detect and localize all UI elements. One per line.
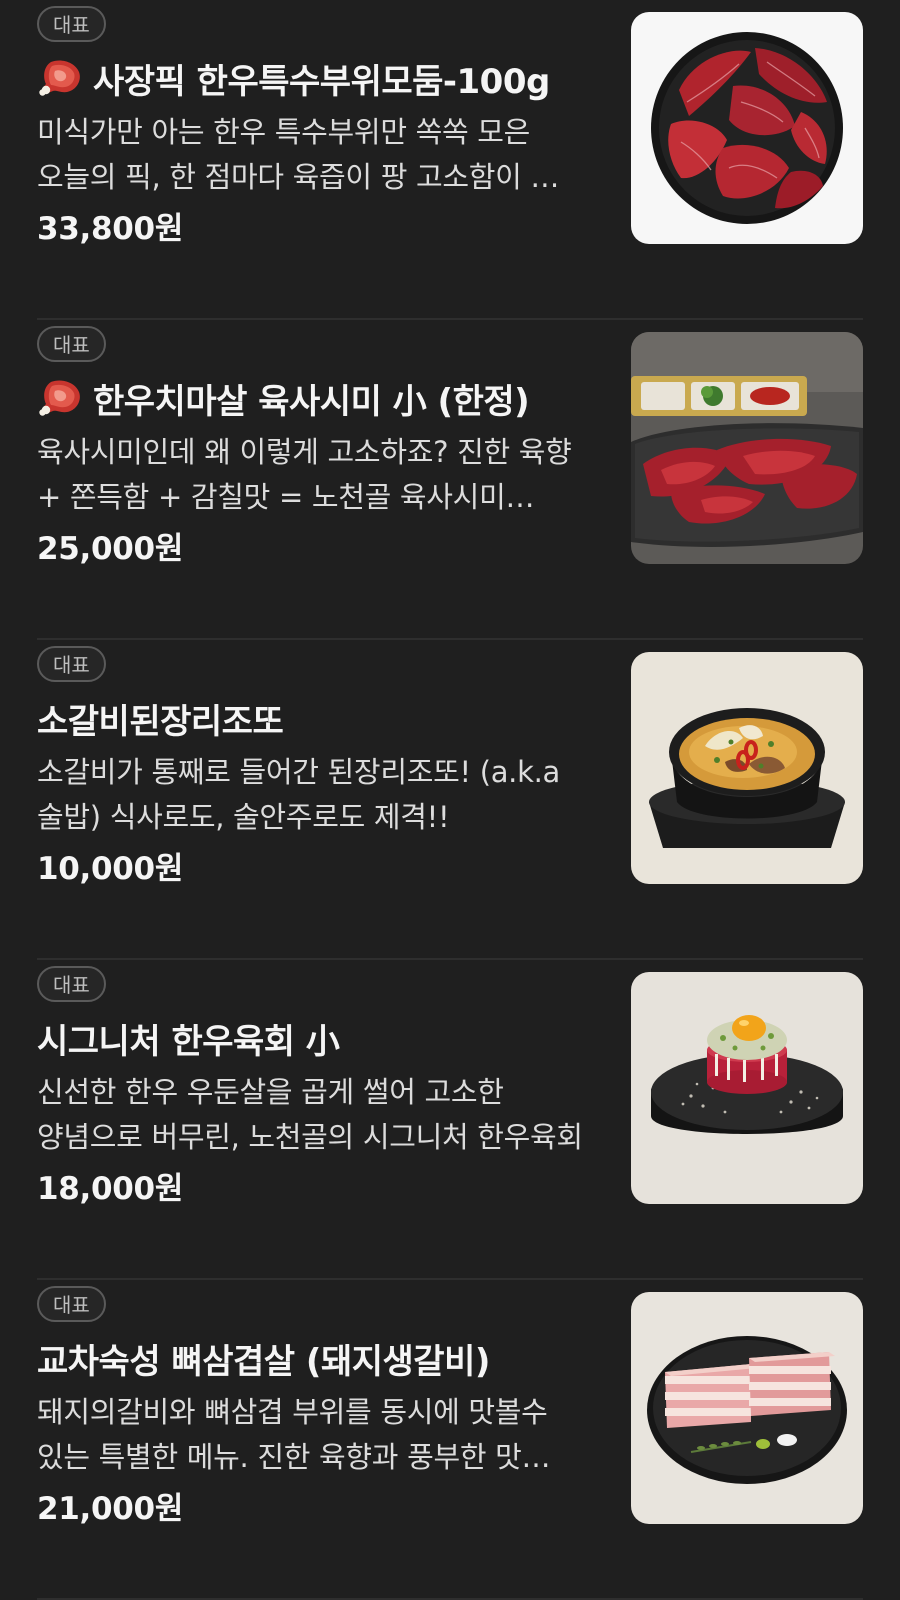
menu-item-photo[interactable]: [631, 332, 863, 564]
menu-item-title-row: 교차숙성 뼈삼겹살 (돼지생갈비): [37, 1332, 597, 1384]
menu-item-title-row: 한우치마살 육사시미 小 (한정): [37, 372, 597, 424]
signature-badge: 대표: [37, 326, 106, 362]
signature-badge: 대표: [37, 1286, 106, 1322]
menu-item-price: 10,000원: [37, 851, 184, 887]
menu-item-title: 시그니처 한우육회 小: [37, 1021, 340, 1062]
doenjang-risotto-pot-image: [631, 652, 863, 884]
hanwoo-special-cuts-platter-image: [631, 12, 863, 244]
menu-item-title-row: 사장픽 한우특수부위모둠-100g: [37, 52, 597, 104]
menu-item-description: 미식가만 아는 한우 특수부위만 쏙쏙 모은 오늘의 픽, 한 점마다 육즙이 …: [37, 115, 560, 194]
menu-item-title-row: 시그니처 한우육회 小: [37, 1012, 597, 1064]
menu-item-description: 소갈비가 통째로 들어간 된장리조또! (a.k.a 술밥) 식사로도, 술안주…: [37, 755, 560, 834]
beef-sashimi-slate-image: [631, 332, 863, 564]
menu-item-title-row: 소갈비된장리조또: [37, 692, 597, 744]
menu-item-photo[interactable]: [631, 652, 863, 884]
menu-item-title: 교차숙성 뼈삼겹살 (돼지생갈비): [37, 1341, 490, 1382]
signature-badge: 대표: [37, 6, 106, 42]
menu-item[interactable]: 대표 한우치마살 육사시미 小 (한정) 육사시미인데 왜 이렇게 고소하죠? …: [0, 320, 900, 640]
menu-item-price: 21,000원: [37, 1491, 184, 1527]
menu-list: 대표 사장픽 한우특수부위모둠-100g 미식가만 아는 한우 특수부위만 쏙쏙…: [0, 0, 900, 1600]
pork-belly-rib-plate-image: [631, 1292, 863, 1524]
signature-badge: 대표: [37, 646, 106, 682]
menu-item[interactable]: 대표 시그니처 한우육회 小 신선한 한우 우둔살을 곱게 썰어 고소한 양념으…: [0, 960, 900, 1280]
menu-item[interactable]: 대표 소갈비된장리조또 소갈비가 통째로 들어간 된장리조또! (a.k.a 술…: [0, 640, 900, 960]
menu-item-description: 육사시미인데 왜 이렇게 고소하죠? 진한 육향 + 쫀득함 + 감칠맛 = 노…: [37, 435, 572, 514]
beef-tartare-egg-yolk-image: [631, 972, 863, 1204]
menu-item[interactable]: 대표 사장픽 한우특수부위모둠-100g 미식가만 아는 한우 특수부위만 쏙쏙…: [0, 0, 900, 320]
menu-item-photo[interactable]: [631, 972, 863, 1204]
menu-item-title: 소갈비된장리조또: [37, 701, 284, 742]
menu-item-description: 신선한 한우 우둔살을 곱게 썰어 고소한 양념으로 버무린, 노천골의 시그니…: [37, 1075, 583, 1154]
menu-item[interactable]: 대표 교차숙성 뼈삼겹살 (돼지생갈비) 돼지의갈비와 뼈삼겹 부위를 동시에 …: [0, 1280, 900, 1600]
menu-item-price: 33,800원: [37, 211, 184, 247]
menu-item-photo[interactable]: [631, 12, 863, 244]
menu-item-price: 25,000원: [37, 531, 184, 567]
meat-icon: [37, 378, 83, 418]
signature-badge: 대표: [37, 966, 106, 1002]
menu-item-description: 돼지의갈비와 뼈삼겹 부위를 동시에 맛볼수 있는 특별한 메뉴. 진한 육향과…: [37, 1395, 551, 1474]
meat-icon: [37, 58, 83, 98]
menu-item-title: 한우치마살 육사시미 小 (한정): [93, 381, 530, 422]
menu-item-title: 사장픽 한우특수부위모둠-100g: [93, 61, 550, 102]
menu-item-photo[interactable]: [631, 1292, 863, 1524]
menu-item-price: 18,000원: [37, 1171, 184, 1207]
